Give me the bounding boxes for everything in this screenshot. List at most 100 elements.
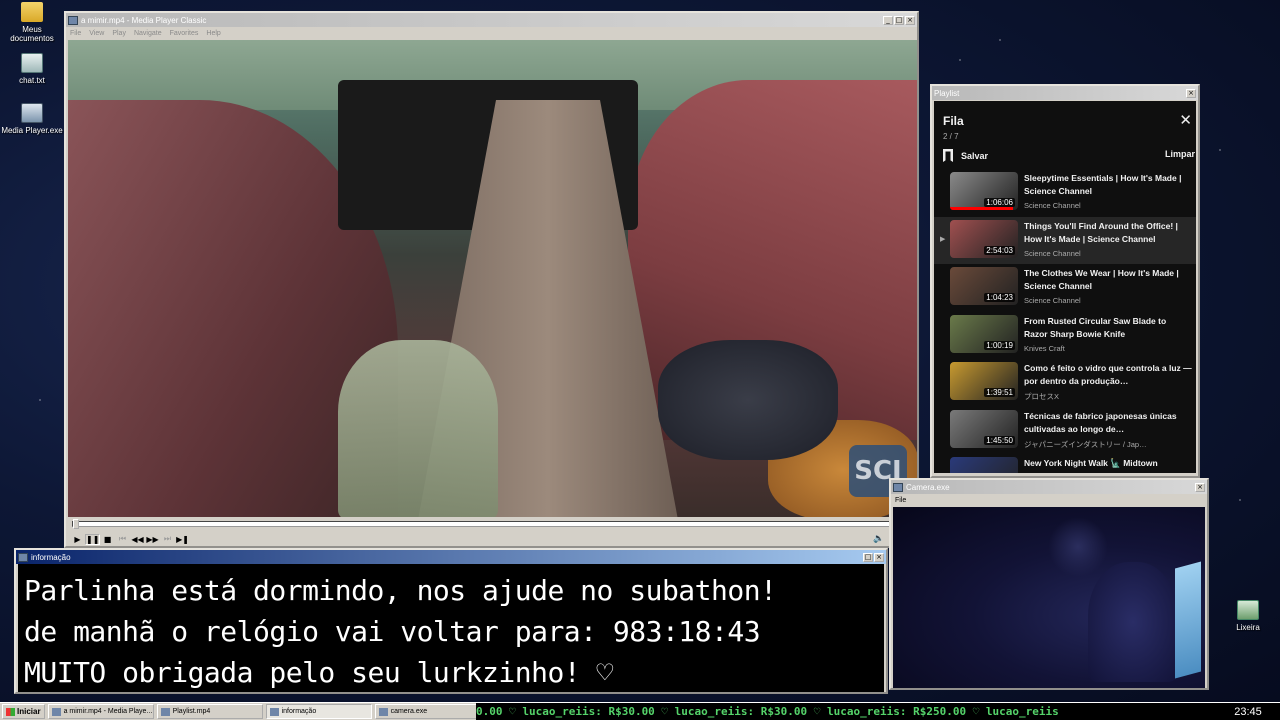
menu-favorites[interactable]: Favorites [170, 30, 199, 37]
video-duration: 2:54:03 [984, 245, 1015, 255]
clear-button[interactable]: Limpar [1165, 149, 1195, 162]
folder-icon [21, 2, 43, 22]
info-line: MUITO obrigada pelo seu lurkzinho! ♡ [24, 656, 613, 689]
pause-icon[interactable]: ❚❚ [85, 533, 100, 545]
frame-step-icon[interactable]: ▶❚ [175, 535, 190, 544]
video-thumbnail: 2:54:03 [950, 219, 1018, 258]
donation-ticker: 0.00 ♡ lucao_reiis: R$30.00 ♡ lucao_reii… [476, 703, 1216, 720]
window-title: Playlist [934, 88, 960, 98]
next-icon[interactable]: ⏭ [160, 534, 175, 544]
volume-icon[interactable]: 🔈 [873, 534, 884, 544]
camera-icon [893, 482, 903, 492]
taskbar-button[interactable]: informação [265, 704, 372, 719]
queue-item[interactable]: 1:06:06 Sleepytime Essentials | How It's… [934, 169, 1196, 217]
previous-icon[interactable]: ⏮ [115, 534, 130, 544]
queue-item[interactable]: 1:04:23 The Clothes We Wear | How It's M… [934, 264, 1196, 312]
desktop-icon-label: Lixeira [1236, 623, 1260, 632]
info-window: informação □ × Parlinha está dormindo, n… [14, 548, 888, 694]
save-button[interactable]: Salvar [943, 149, 988, 162]
close-button[interactable]: × [874, 552, 884, 562]
close-icon[interactable]: ✕ [1179, 111, 1192, 129]
window-title: a mimir.mp4 - Media Player Classic [81, 15, 207, 25]
channel-name: ジャパニーズインダストリー / Jap… [1024, 439, 1147, 449]
app-icon [378, 707, 388, 716]
video-title: Técnicas de fabrico japonesas únicas cul… [1024, 410, 1177, 434]
queue-item[interactable]: 1:39:51 Como é feito o vidro que control… [934, 359, 1196, 407]
video-thumbnail: 1:04:23 [950, 267, 1018, 305]
channel-name: Science Channel [1024, 201, 1081, 210]
app-icon [68, 15, 78, 25]
window-title: Camera.exe [906, 482, 950, 492]
queue-item[interactable]: 1:00:19 From Rusted Circular Saw Blade t… [934, 312, 1196, 360]
recycle-bin-icon [1237, 600, 1259, 620]
video-title: Things You'll Find Around the Office! | … [1024, 220, 1178, 244]
channel-name: Science Channel [1024, 248, 1081, 258]
window-title: informação [31, 552, 71, 562]
taskbar-label: a mimir.mp4 - Media Playe... [63, 708, 153, 715]
media-player-titlebar[interactable]: a mimir.mp4 - Media Player Classic _ □ × [66, 13, 917, 27]
desktop-icon-label: Media Player.exe [1, 126, 63, 135]
taskbar-button[interactable]: a mimir.mp4 - Media Playe... [47, 704, 154, 719]
taskbar-label: camera.exe [390, 708, 428, 715]
app-icon [18, 552, 28, 562]
maximize-button[interactable]: □ [863, 552, 873, 562]
playlist-titlebar[interactable]: Playlist × [932, 86, 1198, 100]
rewind-icon[interactable]: ◀◀ [130, 535, 145, 544]
video-duration: 1:45:50 [984, 435, 1015, 445]
now-playing-icon: ▶ [940, 235, 946, 243]
menu-file[interactable]: File [70, 30, 81, 37]
menu-help[interactable]: Help [206, 30, 220, 37]
seek-handle[interactable] [73, 519, 79, 529]
playback-controls: ▶ ❚❚ ■ ⏮ ◀◀ ▶▶ ⏭ ▶❚ [70, 533, 190, 545]
close-button[interactable]: × [1186, 88, 1196, 98]
video-duration: 1:00:19 [984, 340, 1015, 350]
taskbar: Iniciar a mimir.mp4 - Media Playe... Play… [0, 702, 1280, 720]
channel-name: Knives Craft [1024, 343, 1065, 353]
desktop-icon-documents[interactable]: Meus documentos [0, 2, 64, 43]
menu-bar: File [891, 494, 1207, 507]
camera-titlebar[interactable]: Camera.exe × [891, 480, 1207, 494]
video-title: The Clothes We Wear | How It's Made | Sc… [1024, 268, 1179, 291]
info-titlebar[interactable]: informação □ × [16, 550, 886, 564]
desktop-icon-chat[interactable]: chat.txt [0, 53, 64, 85]
play-icon[interactable]: ▶ [70, 535, 85, 544]
close-button[interactable]: × [905, 15, 915, 25]
exe-icon [21, 103, 43, 123]
queue-item[interactable]: New York Night Walk 🗽 Midtown Manhattan … [934, 454, 1196, 473]
info-line: de manhã o relógio vai voltar para: 983:… [24, 615, 761, 648]
maximize-button[interactable]: □ [894, 15, 904, 25]
queue-count: 2 / 7 [943, 132, 959, 141]
taskbar-button[interactable]: camera.exe [374, 704, 481, 719]
taskbar-clock: 23:45 [1216, 703, 1280, 720]
forward-icon[interactable]: ▶▶ [145, 535, 160, 544]
menu-file[interactable]: File [895, 497, 906, 504]
video-thumbnail [950, 457, 1018, 473]
stop-icon[interactable]: ■ [100, 535, 115, 544]
minimize-button[interactable]: _ [883, 15, 893, 25]
start-button[interactable]: Iniciar [2, 704, 45, 719]
menu-play[interactable]: Play [112, 30, 126, 37]
desktop-icon-media-player[interactable]: Media Player.exe [0, 103, 64, 135]
menu-bar: File View Play Navigate Favorites Help [66, 27, 917, 40]
taskbar-button[interactable]: Playlist.mp4 [156, 704, 263, 719]
menu-navigate[interactable]: Navigate [134, 30, 162, 37]
video-title: Sleepytime Essentials | How It's Made | … [1024, 173, 1182, 196]
queue-item[interactable]: 1:45:50 Técnicas de fabrico japonesas ún… [934, 407, 1196, 455]
queue-panel: Fila 2 / 7 ✕ Salvar Limpar 1:06:06 Sleep… [934, 101, 1196, 473]
menu-view[interactable]: View [89, 30, 104, 37]
desktop-icon-label: Meus documentos [10, 25, 54, 43]
close-button[interactable]: × [1195, 482, 1205, 492]
queue-list: 1:06:06 Sleepytime Essentials | How It's… [934, 169, 1196, 473]
desktop-icon-recycle-bin[interactable]: Lixeira [1216, 600, 1280, 632]
seek-bar[interactable] [72, 519, 914, 529]
info-line: Parlinha está dormindo, nos ajude no sub… [24, 574, 777, 607]
video-frame[interactable]: SCI [68, 40, 917, 517]
bookmark-icon [943, 149, 953, 162]
channel-name: プロセスX [1024, 392, 1060, 401]
video-thumbnail: 1:45:50 [950, 409, 1018, 448]
video-title: Como é feito o vidro que controla a luz … [1024, 363, 1192, 386]
queue-item[interactable]: ▶ 2:54:03 Things You'll Find Around the … [934, 216, 1196, 264]
webcam-feed [893, 507, 1205, 688]
app-icon [51, 707, 61, 716]
info-text-area: Parlinha está dormindo, nos ajude no sub… [18, 564, 884, 692]
